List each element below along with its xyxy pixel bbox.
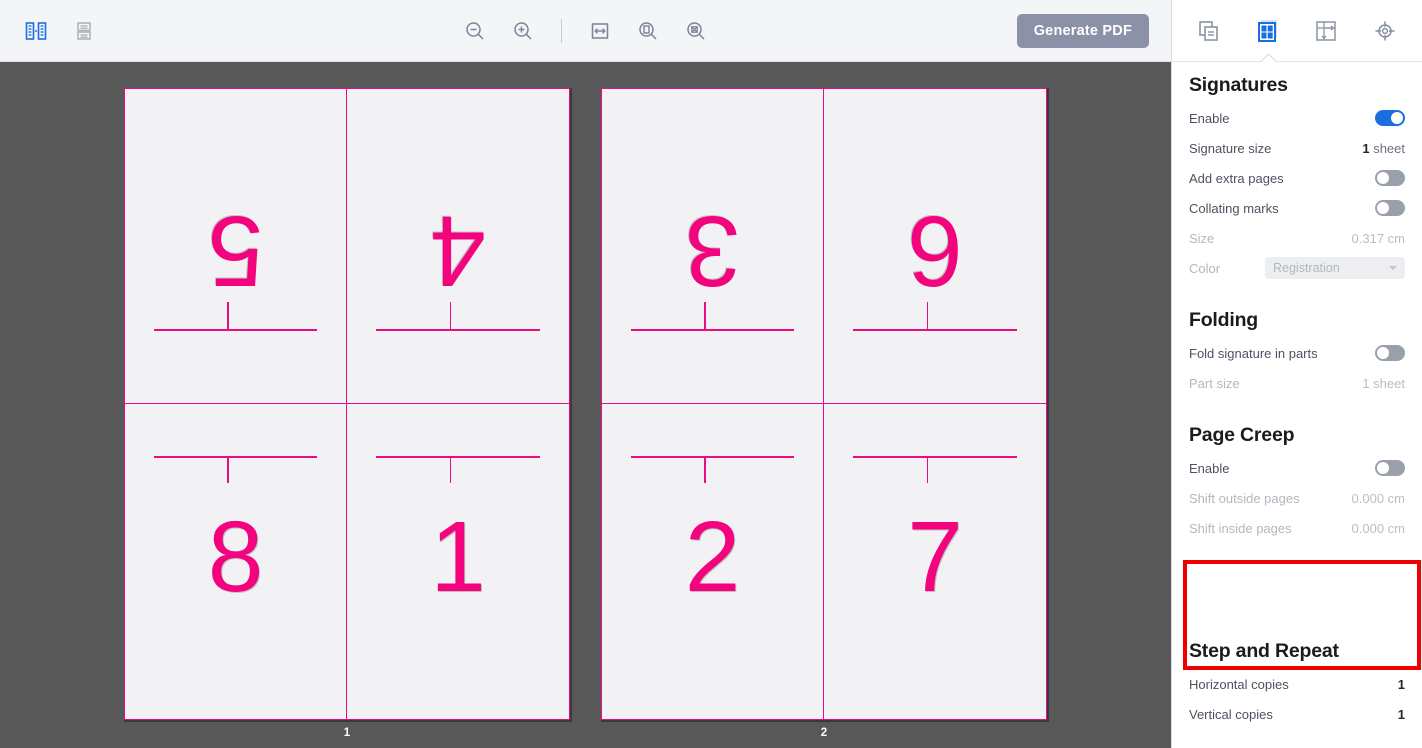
imposition-cell[interactable]: 1 bbox=[347, 404, 569, 719]
panel-body: Signatures Enable Signature size 1 sheet… bbox=[1172, 62, 1422, 748]
page-creep-enable-toggle[interactable] bbox=[1375, 460, 1405, 476]
fold-signature-row: Fold signature in parts bbox=[1189, 338, 1405, 368]
zoom-out-icon[interactable] bbox=[459, 15, 491, 47]
imposition-canvas[interactable]: 5 4 8 1 1 3 6 2 7 2 bbox=[0, 62, 1171, 748]
row-label: Fold signature in parts bbox=[1189, 345, 1318, 361]
fit-page-icon[interactable] bbox=[632, 15, 664, 47]
sheet-label: 2 bbox=[820, 727, 828, 739]
imposition-cell[interactable]: 3 bbox=[602, 89, 824, 404]
step-and-repeat-section: Step and Repeat Horizontal copies 1 Vert… bbox=[1189, 628, 1405, 729]
main-column: Generate PDF 5 4 8 1 1 3 6 2 7 2 bbox=[0, 0, 1171, 748]
imposition-cell[interactable]: 5 bbox=[125, 89, 347, 404]
folding-section-title: Folding bbox=[1189, 309, 1258, 331]
row-label: Shift outside pages bbox=[1189, 490, 1300, 506]
select-value: Registration bbox=[1273, 261, 1340, 275]
shift-outside-pages-value: 0.000 cm bbox=[1351, 490, 1405, 506]
add-extra-pages-row: Add extra pages bbox=[1189, 163, 1405, 193]
collating-size-row: Size 0.317 cm bbox=[1189, 223, 1405, 253]
horizontal-copies-row: Horizontal copies 1 bbox=[1189, 669, 1405, 699]
collating-color-row: Color Registration bbox=[1189, 253, 1405, 283]
signatures-enable-toggle[interactable] bbox=[1375, 110, 1405, 126]
toolbar-separator bbox=[561, 18, 562, 43]
marks-tab[interactable] bbox=[1364, 10, 1406, 52]
imposition-tab[interactable] bbox=[1305, 10, 1347, 52]
pages-tab[interactable] bbox=[1188, 10, 1230, 52]
fit-width-icon[interactable] bbox=[584, 15, 616, 47]
signature-size-number: 1 bbox=[1362, 140, 1370, 156]
sheet-label: 1 bbox=[343, 727, 351, 739]
toolbar-zoom-controls bbox=[0, 0, 1171, 61]
imposition-cell[interactable]: 2 bbox=[602, 404, 824, 719]
chevron-down-icon bbox=[1389, 266, 1397, 270]
row-label: Horizontal copies bbox=[1189, 676, 1289, 692]
collating-marks-toggle[interactable] bbox=[1375, 200, 1405, 216]
page-creep-enable-row: Enable bbox=[1189, 453, 1405, 483]
settings-panel: Signatures Enable Signature size 1 sheet… bbox=[1171, 0, 1422, 748]
step-and-repeat-section-title: Step and Repeat bbox=[1189, 640, 1339, 662]
imposition-cell[interactable]: 7 bbox=[824, 404, 1046, 719]
page-number: 8 bbox=[207, 500, 264, 613]
vertical-copies-number: 1 bbox=[1397, 706, 1405, 722]
row-label: Signature size bbox=[1189, 140, 1272, 156]
toolbar-actions: Generate PDF bbox=[1016, 13, 1171, 48]
zoom-in-icon[interactable] bbox=[507, 15, 539, 47]
signature-size-value[interactable]: 1 sheet bbox=[1362, 141, 1405, 156]
fold-signature-toggle[interactable] bbox=[1375, 345, 1405, 361]
toolbar-view-modes bbox=[0, 15, 100, 47]
signature-size-row: Signature size 1 sheet bbox=[1189, 133, 1405, 163]
page-number: 7 bbox=[907, 500, 963, 613]
toolbar: Generate PDF bbox=[0, 0, 1171, 62]
signatures-section-title: Signatures bbox=[1189, 74, 1288, 96]
part-size-row: Part size 1 sheet bbox=[1189, 368, 1405, 398]
add-extra-pages-toggle[interactable] bbox=[1375, 170, 1405, 186]
row-label: Collating marks bbox=[1189, 200, 1279, 216]
sheet-preview[interactable]: 5 4 8 1 bbox=[124, 88, 570, 720]
page-number: 3 bbox=[684, 195, 741, 307]
sheet-list: 5 4 8 1 1 3 6 2 7 2 bbox=[0, 62, 1171, 748]
page-number: 4 bbox=[430, 195, 486, 307]
horizontal-copies-number: 1 bbox=[1397, 676, 1405, 692]
page-number: 1 bbox=[430, 500, 486, 613]
page-creep-section-title: Page Creep bbox=[1189, 424, 1295, 446]
sheet-preview[interactable]: 3 6 2 7 bbox=[601, 88, 1047, 720]
active-tab-caret bbox=[1260, 53, 1276, 62]
row-label: Size bbox=[1189, 230, 1215, 246]
page-number: 2 bbox=[684, 500, 741, 613]
sheet-item[interactable]: 3 6 2 7 2 bbox=[601, 88, 1047, 739]
layout-tab[interactable] bbox=[1247, 10, 1289, 52]
panel-tab-bar bbox=[1172, 0, 1422, 62]
imposition-app: Generate PDF 5 4 8 1 1 3 6 2 7 2 Signatu… bbox=[0, 0, 1422, 748]
collating-size-value: 0.317 cm bbox=[1351, 230, 1405, 246]
sheet-item[interactable]: 5 4 8 1 1 bbox=[124, 88, 570, 739]
generate-pdf-button[interactable]: Generate PDF bbox=[1016, 13, 1149, 48]
row-label: Enable bbox=[1189, 460, 1230, 476]
vertical-copies-value[interactable]: 1 bbox=[1398, 707, 1405, 722]
collating-marks-row: Collating marks bbox=[1189, 193, 1405, 223]
horizontal-copies-value[interactable]: 1 bbox=[1398, 677, 1405, 692]
signature-size-unit: sheet bbox=[1373, 140, 1405, 156]
row-label: Part size bbox=[1189, 375, 1240, 391]
stacked-view-icon[interactable] bbox=[68, 15, 100, 47]
imposition-cell[interactable]: 4 bbox=[347, 89, 569, 404]
row-label: Add extra pages bbox=[1189, 170, 1284, 186]
imposition-cell[interactable]: 6 bbox=[824, 89, 1046, 404]
signatures-enable-row: Enable bbox=[1189, 103, 1405, 133]
spread-view-icon[interactable] bbox=[20, 15, 52, 47]
part-size-value: 1 sheet bbox=[1362, 375, 1405, 391]
page-number: 5 bbox=[207, 195, 264, 307]
collating-color-select: Registration bbox=[1265, 257, 1405, 279]
vertical-copies-row: Vertical copies 1 bbox=[1189, 699, 1405, 729]
shift-inside-pages-value: 0.000 cm bbox=[1351, 520, 1405, 536]
row-label: Shift inside pages bbox=[1189, 520, 1292, 536]
shift-inside-pages-row: Shift inside pages 0.000 cm bbox=[1189, 513, 1405, 543]
row-label: Vertical copies bbox=[1189, 706, 1273, 722]
row-label: Enable bbox=[1189, 110, 1230, 126]
row-label: Color bbox=[1189, 260, 1221, 276]
shift-outside-pages-row: Shift outside pages 0.000 cm bbox=[1189, 483, 1405, 513]
imposition-cell[interactable]: 8 bbox=[125, 404, 347, 719]
fit-all-icon[interactable] bbox=[680, 15, 712, 47]
page-number: 6 bbox=[907, 195, 963, 307]
